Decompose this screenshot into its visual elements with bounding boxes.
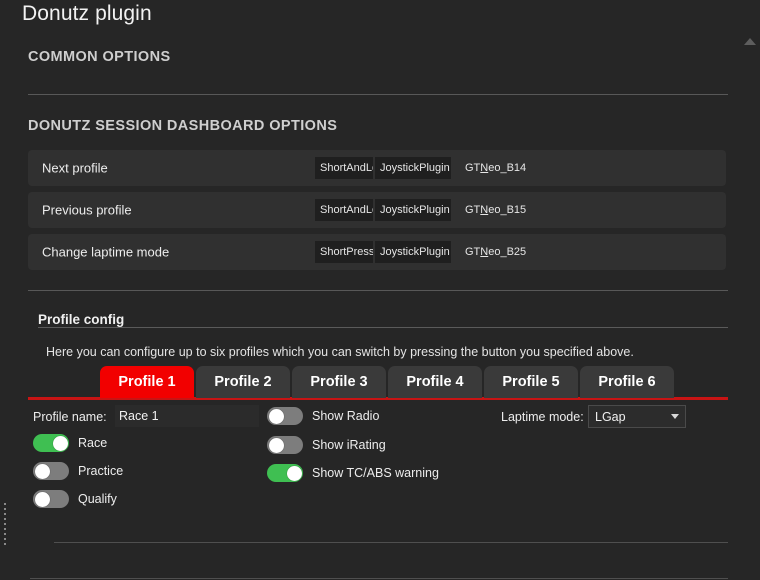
- laptime-mode-label: Laptime mode:: [501, 410, 584, 424]
- binding-prefix: GT: [465, 204, 481, 216]
- toggle-switch[interactable]: [267, 407, 303, 425]
- toggle-practice[interactable]: Practice: [33, 462, 123, 480]
- toggle-switch[interactable]: [267, 464, 303, 482]
- laptime-mode-select[interactable]: LGap: [588, 405, 686, 428]
- section-heading-common-options: COMMON OPTIONS: [28, 49, 171, 65]
- toggle-show-tc-abs-warning[interactable]: Show TC/ABS warning: [267, 464, 439, 482]
- profile-name-input[interactable]: [115, 405, 259, 427]
- toggle-qualify[interactable]: Qualify: [33, 490, 117, 508]
- plugin-chip[interactable]: JoystickPlugin: [375, 241, 451, 263]
- binding-label[interactable]: GT Neo_B25: [459, 241, 532, 263]
- tab-profile-5[interactable]: Profile 5: [484, 366, 578, 398]
- profile-tab-strip: Profile 1 Profile 2 Profile 3 Profile 4 …: [100, 366, 676, 398]
- section-heading-dashboard-options: DONUTZ SESSION DASHBOARD OPTIONS: [28, 118, 338, 134]
- action-label: Next profile: [42, 160, 108, 176]
- binding-label[interactable]: GT Neo_B15: [459, 199, 532, 221]
- action-label: Previous profile: [42, 202, 132, 218]
- action-bindings: ShortAndLo JoystickPlugin GT Neo_B14: [315, 150, 532, 186]
- chevron-down-icon: [671, 414, 679, 419]
- divider-common-options: [28, 94, 728, 95]
- tab-profile-3[interactable]: Profile 3: [292, 366, 386, 398]
- binding-mnemonic: N: [480, 162, 489, 174]
- laptime-mode-value: LGap: [595, 409, 626, 424]
- toggle-label: Race: [78, 436, 108, 450]
- toggle-label: Show iRating: [312, 438, 386, 452]
- toggle-switch[interactable]: [267, 436, 303, 454]
- binding-mnemonic: N: [480, 246, 489, 258]
- toggle-knob: [34, 463, 50, 479]
- toggle-switch[interactable]: [33, 434, 69, 452]
- toggle-knob: [268, 408, 284, 424]
- action-label: Change laptime mode: [42, 244, 170, 260]
- tab-profile-6[interactable]: Profile 6: [580, 366, 674, 398]
- plugin-chip[interactable]: JoystickPlugin: [375, 157, 451, 179]
- toggle-show-irating[interactable]: Show iRating: [267, 436, 386, 454]
- profile-config-title: Profile config: [38, 312, 133, 327]
- divider-page-bottom: [30, 578, 728, 579]
- divider-lower-panel: [54, 542, 728, 543]
- toggle-knob: [268, 437, 284, 453]
- profile-name-label: Profile name:: [33, 410, 107, 424]
- divider-above-profile-config: [28, 290, 728, 291]
- action-bindings: ShortPress JoystickPlugin GT Neo_B25: [315, 234, 532, 270]
- binding-prefix: GT: [465, 246, 481, 258]
- toggle-label: Show TC/ABS warning: [312, 466, 439, 480]
- press-type-chip[interactable]: ShortAndLo: [315, 157, 373, 179]
- tab-profile-4[interactable]: Profile 4: [388, 366, 482, 398]
- binding-label[interactable]: GT Neo_B14: [459, 157, 532, 179]
- toggle-show-radio[interactable]: Show Radio: [267, 407, 379, 425]
- binding-suffix: eo_B25: [488, 246, 527, 258]
- binding-prefix: GT: [465, 162, 481, 174]
- binding-suffix: eo_B14: [488, 162, 527, 174]
- action-row[interactable]: Change laptime mode ShortPress JoystickP…: [28, 234, 726, 270]
- toggle-knob: [52, 435, 68, 451]
- toggle-switch[interactable]: [33, 462, 69, 480]
- splitter-handle[interactable]: [4, 503, 6, 547]
- toggle-knob: [34, 491, 50, 507]
- toggle-label: Show Radio: [312, 409, 380, 423]
- action-row[interactable]: Next profile ShortAndLo JoystickPlugin G…: [28, 150, 726, 186]
- tab-profile-2[interactable]: Profile 2: [196, 366, 290, 398]
- page-title: Donutz plugin: [22, 2, 152, 25]
- action-bindings: ShortAndLo JoystickPlugin GT Neo_B15: [315, 192, 532, 228]
- profile-config-description: Here you can configure up to six profile…: [46, 345, 634, 359]
- binding-suffix: eo_B15: [488, 204, 527, 216]
- toggle-race[interactable]: Race: [33, 434, 107, 452]
- scroll-up-arrow-icon[interactable]: [744, 38, 756, 45]
- group-box-rule: [38, 327, 728, 328]
- toggle-label: Qualify: [78, 492, 117, 506]
- toggle-switch[interactable]: [33, 490, 69, 508]
- press-type-chip[interactable]: ShortAndLo: [315, 199, 373, 221]
- binding-mnemonic: N: [480, 204, 489, 216]
- action-row[interactable]: Previous profile ShortAndLo JoystickPlug…: [28, 192, 726, 228]
- tab-profile-1[interactable]: Profile 1: [100, 366, 194, 398]
- press-type-chip[interactable]: ShortPress: [315, 241, 373, 263]
- toggle-knob: [286, 465, 302, 481]
- plugin-chip[interactable]: JoystickPlugin: [375, 199, 451, 221]
- toggle-label: Practice: [78, 464, 124, 478]
